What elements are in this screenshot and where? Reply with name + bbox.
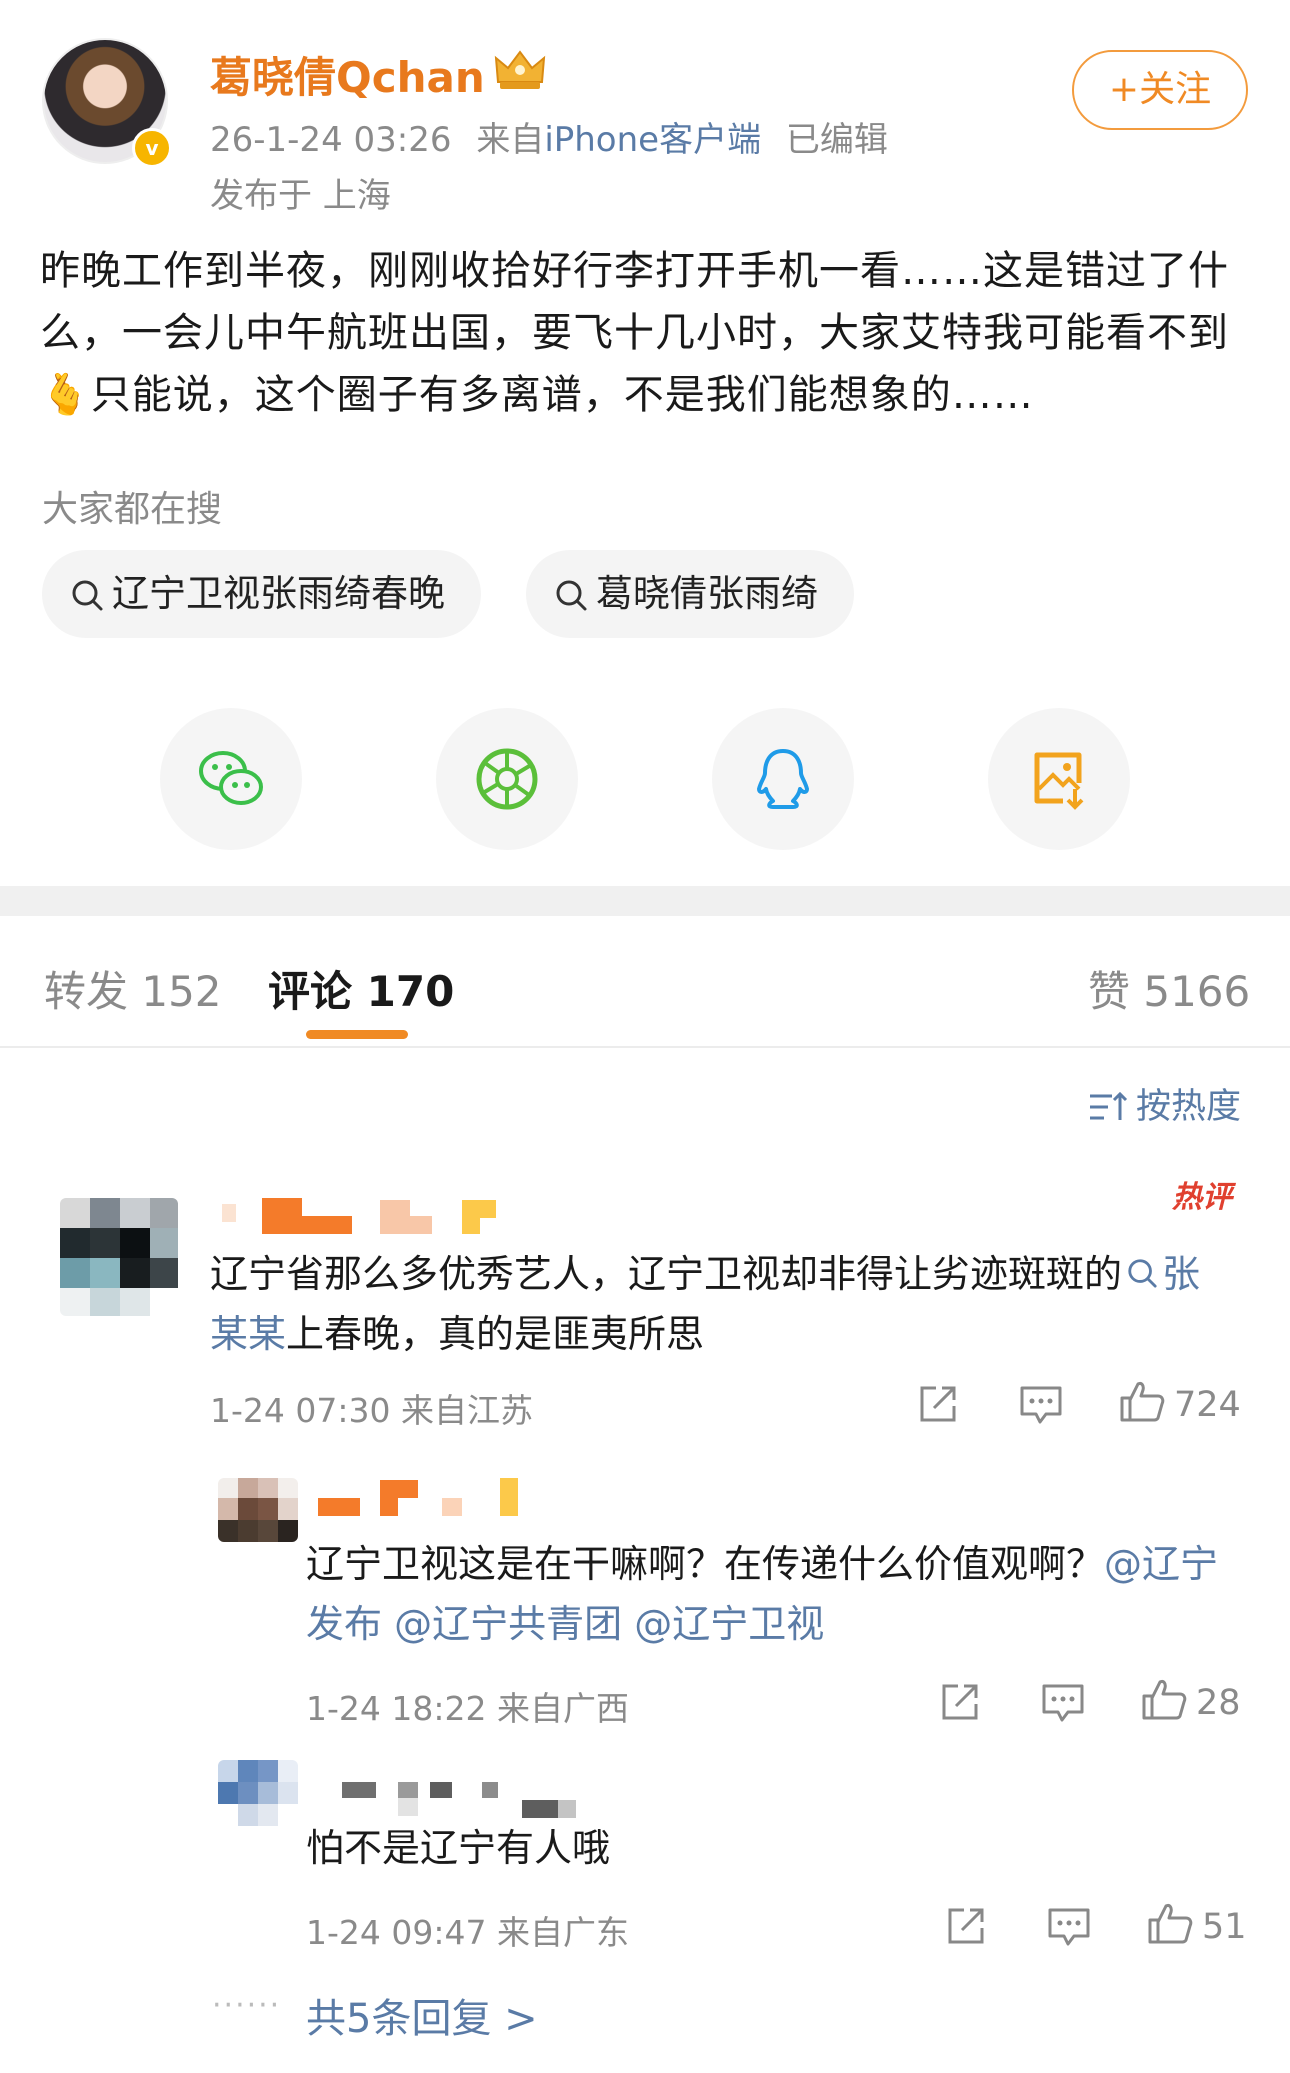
wechat-icon <box>199 751 263 805</box>
share-wechat-button[interactable] <box>160 708 302 850</box>
search-icon <box>72 580 103 611</box>
post-location: 发布于 上海 <box>210 176 391 216</box>
replier-avatar[interactable] <box>218 1760 298 1826</box>
reply-icon[interactable] <box>1018 1384 1064 1426</box>
search-icon <box>1128 1259 1157 1288</box>
replier-avatar[interactable] <box>218 1478 298 1542</box>
edited-label: 已编辑 <box>785 120 888 160</box>
search-icon <box>556 580 587 611</box>
from-prefix: 来自 <box>476 120 545 160</box>
replier-name-redacted[interactable] <box>318 1478 538 1518</box>
like-count: 28 <box>1196 1683 1241 1723</box>
repost-icon[interactable] <box>944 1904 988 1948</box>
thumbs-up-icon <box>1148 1904 1193 1944</box>
comment-text-part: 上春晚，真的是匪夷所思 <box>286 1312 705 1356</box>
share-moments-button[interactable] <box>436 708 578 850</box>
verified-badge-icon: v <box>132 128 172 168</box>
comment-time: 1-24 07:30 来自江苏 <box>210 1391 533 1430</box>
post-content: 昨晚工作到半夜，刚刚收拾好行李打开手机一看……这是错过了什么，一会儿中午航班出国… <box>40 240 1250 426</box>
comment-text-part: 辽宁省那么多优秀艺人，辽宁卫视却非得让劣迹斑斑的 <box>210 1252 1123 1296</box>
tab-comments[interactable]: 评论 170 <box>268 958 454 1019</box>
hot-search-title: 大家都在搜 <box>42 489 223 530</box>
like-count: 51 <box>1202 1907 1247 1947</box>
tab-repost[interactable]: 转发 152 <box>44 958 222 1019</box>
thumbs-up-icon <box>1120 1382 1165 1422</box>
replier-name-redacted[interactable] <box>336 1780 596 1820</box>
post-time: 26-1-24 03:26 <box>210 120 452 160</box>
sort-button[interactable]: 按热度 <box>1088 1078 1241 1129</box>
tabs-divider <box>0 1046 1290 1048</box>
save-image-icon <box>1034 752 1084 810</box>
like-button[interactable]: 28 <box>1140 1676 1241 1723</box>
qq-icon <box>757 749 809 809</box>
hot-comment-badge: 热评 <box>1172 1180 1232 1215</box>
reply-time: 1-24 18:22 来自广西 <box>306 1689 629 1728</box>
hot-search-chip-label: 辽宁卫视张雨绮春晚 <box>112 572 445 615</box>
post-text-1: 昨晚工作到半夜，刚刚收拾好行李打开手机一看……这是错过了什么，一会儿中午航班出国… <box>40 248 1229 356</box>
reply-text: 辽宁卫视这是在干嘛啊？在传递什么价值观啊？@辽宁发布 @辽宁共青团 @辽宁卫视 <box>306 1534 1246 1654</box>
mention-link[interactable]: @辽宁共青团 <box>394 1602 622 1646</box>
commenter-name-redacted[interactable] <box>212 1198 512 1236</box>
hot-search-chip[interactable]: 葛晓倩张雨绮 <box>526 550 854 638</box>
more-replies-dots: ······ <box>212 1988 282 2023</box>
repost-icon[interactable] <box>916 1382 960 1426</box>
reply-icon[interactable] <box>1040 1682 1086 1724</box>
mention-link[interactable]: @辽宁卫视 <box>634 1602 824 1646</box>
more-replies-link[interactable]: 共5条回复 > <box>306 1986 538 2044</box>
reply-text-part: 辽宁卫视这是在干嘛啊？在传递什么价值观啊？ <box>306 1542 1105 1586</box>
active-tab-indicator <box>306 1030 408 1039</box>
post-source[interactable]: iPhone客户端 <box>544 120 761 160</box>
tab-likes[interactable]: 赞 5166 <box>1088 958 1250 1019</box>
reply-time: 1-24 09:47 来自广东 <box>306 1913 629 1952</box>
reply-text: 怕不是辽宁有人哦 <box>306 1826 611 1870</box>
sort-label: 按热度 <box>1136 1087 1242 1127</box>
crown-icon <box>494 50 546 89</box>
moments-icon <box>476 748 538 810</box>
commenter-avatar[interactable] <box>60 1198 178 1316</box>
post-emoji: 🫰 <box>40 372 91 418</box>
post-meta: 26-1-24 03:26 来自iPhone客户端 已编辑 <box>210 112 888 161</box>
comment-text: 辽宁省那么多优秀艺人，辽宁卫视却非得让劣迹斑斑的 张某某上春晚，真的是匪夷所思 <box>210 1244 1230 1364</box>
like-button[interactable]: 51 <box>1146 1900 1247 1947</box>
author-name[interactable]: 葛晓倩Qchan <box>210 44 485 105</box>
like-button[interactable]: 724 <box>1118 1378 1241 1425</box>
post-text-2: 只能说，这个圈子有多离谱，不是我们能想象的…… <box>90 372 1034 418</box>
section-divider <box>0 886 1290 916</box>
sort-icon <box>1090 1091 1128 1120</box>
follow-button[interactable]: +关注 <box>1072 50 1248 130</box>
repost-icon[interactable] <box>938 1680 982 1724</box>
thumbs-up-icon <box>1142 1680 1187 1720</box>
save-image-button[interactable] <box>988 708 1130 850</box>
hot-search-chip[interactable]: 辽宁卫视张雨绮春晚 <box>42 550 481 638</box>
share-qq-button[interactable] <box>712 708 854 850</box>
reply-icon[interactable] <box>1046 1906 1092 1948</box>
like-count: 724 <box>1174 1385 1241 1425</box>
hot-search-chip-label: 葛晓倩张雨绮 <box>596 572 818 615</box>
